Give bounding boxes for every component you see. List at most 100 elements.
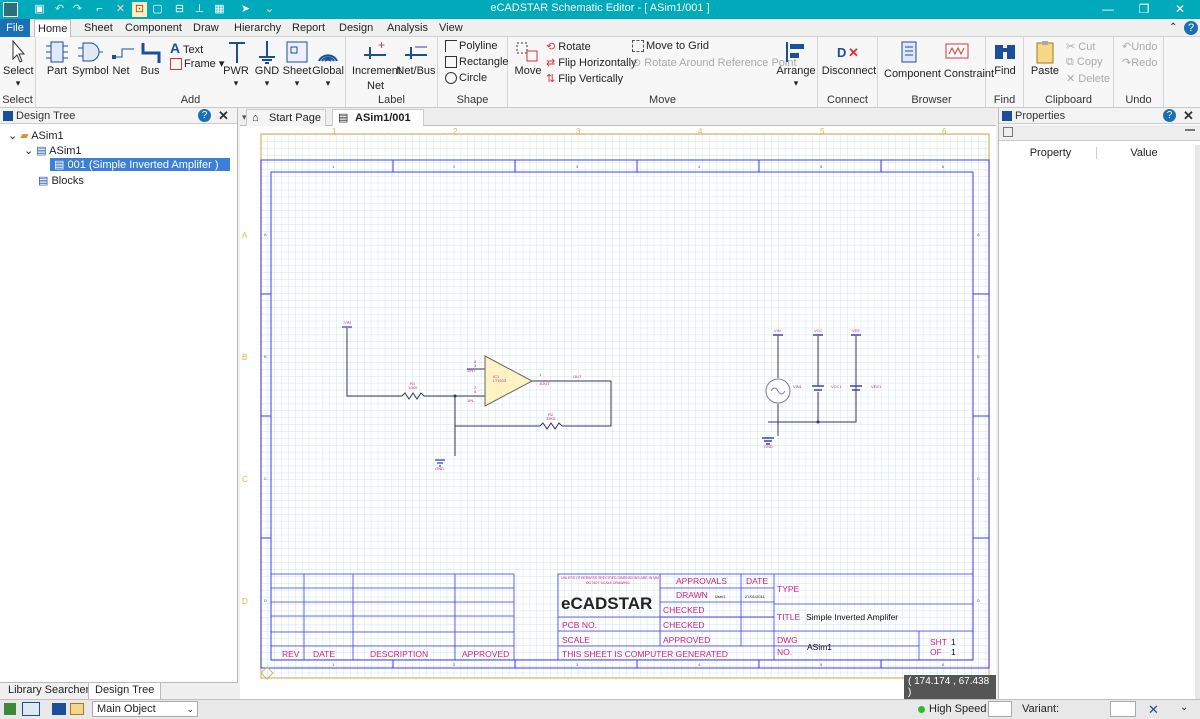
label-1in-minus: 1IN- xyxy=(467,398,475,403)
chevron-down-icon[interactable]: ⌄ xyxy=(8,130,17,142)
tb-rev-date: DATE xyxy=(313,649,335,659)
undo-arrow-icon: ↶ xyxy=(1122,41,1132,53)
route-mode-button[interactable] xyxy=(988,701,1012,717)
rotate-icon: ⟲ xyxy=(546,41,556,53)
rotate-button[interactable]: ⟲ Rotate xyxy=(546,40,591,53)
status-icon-3[interactable] xyxy=(52,703,66,715)
help-icon[interactable]: ? xyxy=(198,109,211,122)
tab-start-page[interactable]: ⌂ Start Page✕ xyxy=(246,109,326,140)
redo-button[interactable]: ↷Redo xyxy=(1122,56,1158,69)
rotate-ref-button[interactable]: ⊙ Rotate Around Reference Point xyxy=(632,56,797,69)
sheet-button[interactable]: Sheet ▾ xyxy=(282,39,312,89)
properties-scrollbar[interactable] xyxy=(1195,145,1200,699)
tb-computer-generated: THIS SHEET IS COMPUTER GENERATED xyxy=(562,649,728,659)
svg-text:A: A xyxy=(977,232,980,237)
menu-draw[interactable]: Draw xyxy=(190,19,222,37)
tab-design-tree[interactable]: Design Tree xyxy=(88,683,162,700)
text-icon: A xyxy=(170,40,181,56)
label-vin1: VIN1 xyxy=(793,384,803,389)
bus-button[interactable]: Bus xyxy=(137,39,163,77)
global-button[interactable]: Global ▾ xyxy=(312,39,344,89)
schematic-canvas[interactable]: 1 2 3 4 5 6 A B C D 123456 123456 ABCD A… xyxy=(240,126,996,699)
snap-icon[interactable]: ✕ xyxy=(1148,702,1159,718)
restore-icon[interactable]: ❐ xyxy=(1126,0,1162,19)
flip-v-button[interactable]: ⇅ Flip Vertically xyxy=(546,72,623,85)
ruler-col-1: 1 xyxy=(332,127,337,136)
sort-icon[interactable] xyxy=(1003,127,1013,137)
help-icon[interactable]: ? xyxy=(1163,109,1176,122)
tab-asim1-001[interactable]: ▤ ASim1/001✕ xyxy=(332,109,424,140)
menu-design[interactable]: Design xyxy=(336,19,376,37)
label-r2-value: 33K0 xyxy=(546,416,556,421)
part-button[interactable]: Part xyxy=(42,39,72,77)
menu-analysis[interactable]: Analysis xyxy=(384,19,431,37)
circle-button[interactable]: Circle xyxy=(445,72,487,85)
chevron-down-icon[interactable]: ⌄ xyxy=(24,145,33,157)
close-panel-icon[interactable]: ✕ xyxy=(218,108,229,124)
tb-type: TYPE xyxy=(777,584,800,594)
close-panel-icon[interactable]: ✕ xyxy=(1183,108,1194,124)
label-vin-src: VIN xyxy=(774,328,781,333)
increment-button[interactable]: + Increment xyxy=(352,39,401,77)
menu-sheet[interactable]: Sheet xyxy=(81,19,116,37)
move-to-grid-button[interactable]: Move to Grid xyxy=(632,40,709,53)
tree-root[interactable]: ⌄ ▰ ASim1 xyxy=(8,129,64,142)
menu-report[interactable]: Report xyxy=(289,19,328,37)
symbol-button[interactable]: Symbol xyxy=(72,39,109,77)
pwr-button[interactable]: PWR ▾ xyxy=(222,39,250,89)
cut-button[interactable]: ✂ Cut xyxy=(1066,40,1095,53)
rectangle-icon xyxy=(445,56,457,69)
netbus-button[interactable]: Net/Bus xyxy=(396,39,436,77)
undo-button[interactable]: ↶Undo xyxy=(1122,40,1158,53)
bus-icon xyxy=(141,43,161,63)
frame-button[interactable]: Frame ▾ xyxy=(170,57,224,71)
text-button[interactable]: A Text xyxy=(170,40,203,56)
select-button[interactable]: Select ▾ xyxy=(3,39,34,89)
delete-button[interactable]: ✕ Delete xyxy=(1066,72,1110,85)
paste-icon xyxy=(1036,41,1054,64)
menu-view[interactable]: View xyxy=(436,19,466,37)
redo-arrow-icon: ↷ xyxy=(1122,57,1132,69)
net-button[interactable]: Net xyxy=(110,39,134,77)
tree-blocks[interactable]: ▤ Blocks xyxy=(38,174,84,187)
copy-button[interactable]: ⧉ Copy xyxy=(1066,56,1103,69)
disconnect-button[interactable]: D ✕ Disconnect xyxy=(821,39,877,77)
collapse-ribbon-icon[interactable]: ⌃ xyxy=(1166,19,1180,37)
svg-text:✕: ✕ xyxy=(848,45,859,60)
arrange-button[interactable]: Arrange ▾ xyxy=(776,39,816,89)
gnd-button[interactable]: GND ▾ xyxy=(252,39,282,89)
menu-file[interactable]: File xyxy=(0,19,30,37)
find-button[interactable]: Find xyxy=(989,39,1021,77)
grid-settings-button[interactable] xyxy=(1110,701,1136,717)
properties-header: Properties ? ✕ xyxy=(999,108,1200,124)
status-icon-1[interactable] xyxy=(4,703,16,715)
status-icon-4[interactable] xyxy=(70,703,84,715)
tb-of: OF xyxy=(930,647,942,657)
tree-sheet-001[interactable]: ▤ 001 (Simple Inverted Amplifer ) xyxy=(50,158,230,171)
design-tree-header: Design Tree ? ✕ xyxy=(0,108,237,124)
minimize-icon[interactable]: — xyxy=(1090,0,1126,19)
component-icon xyxy=(901,41,917,63)
tree-design[interactable]: ⌄ ▤ ASim1 xyxy=(24,144,82,157)
col-value[interactable]: Value xyxy=(1099,147,1189,159)
status-icon-2[interactable] xyxy=(22,702,40,716)
menu-hierarchy[interactable]: Hierarchy xyxy=(231,19,284,37)
help-icon[interactable]: ? xyxy=(1184,21,1199,35)
options-icon[interactable]: ⌄ xyxy=(1180,702,1188,713)
tb-title-value: Simple Inverted Amplifer xyxy=(806,612,898,622)
collapse-icon[interactable] xyxy=(1185,129,1195,131)
constraint-button[interactable] xyxy=(930,39,984,65)
menu-home[interactable]: Home xyxy=(34,19,72,38)
close-icon[interactable]: ✕ xyxy=(1162,0,1198,19)
menu-component[interactable]: Component xyxy=(122,19,185,37)
flip-h-button[interactable]: ⇄ Flip Horizontally xyxy=(546,56,637,69)
move-button[interactable]: Move xyxy=(512,39,544,77)
col-property[interactable]: Property xyxy=(1005,147,1097,159)
increment-icon: + xyxy=(364,39,386,59)
main-object-select[interactable]: Main Object ⌄ xyxy=(92,701,198,717)
paste-button[interactable]: Paste xyxy=(1027,39,1063,77)
tab-library-searcher[interactable]: Library Searcher xyxy=(8,684,89,696)
rectangle-button[interactable]: Rectangle xyxy=(445,56,509,69)
label-vee1: VEE1 xyxy=(871,384,882,389)
polyline-button[interactable]: Polyline xyxy=(445,40,498,53)
